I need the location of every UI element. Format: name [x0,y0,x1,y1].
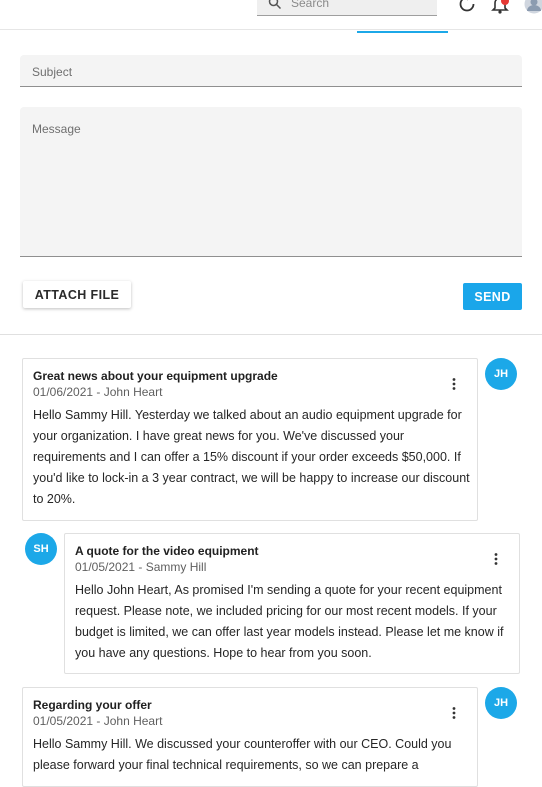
refresh-icon[interactable] [457,0,477,14]
top-toolbar: Search [0,0,542,30]
message-meta: 01/06/2021 - John Heart [33,385,162,399]
subject-placeholder: Subject [32,65,72,79]
avatar: JH [485,358,517,390]
more-options-icon[interactable] [447,706,461,720]
notifications-icon[interactable] [490,0,510,14]
message-title: Great news about your equipment upgrade [33,369,278,383]
more-options-icon[interactable] [447,377,461,391]
search-icon [268,0,282,10]
user-avatar[interactable] [524,0,542,14]
divider [0,334,542,335]
message-meta: 01/05/2021 - John Heart [33,714,162,728]
message-card: Regarding your offer 01/05/2021 - John H… [22,687,478,787]
send-button[interactable]: SEND [463,283,522,310]
more-options-icon[interactable] [489,552,503,566]
search-box[interactable]: Search [257,0,437,16]
message-card: Great news about your equipment upgrade … [22,358,478,521]
attach-file-button[interactable]: ATTACH FILE [23,281,131,308]
subject-field[interactable]: Subject [20,55,522,87]
message-body: Hello Sammy Hill. We discussed your coun… [33,734,471,776]
message-body: Hello Sammy Hill. Yesterday we talked ab… [33,405,471,510]
avatar: SH [25,533,57,565]
avatar: JH [485,687,517,719]
message-meta: 01/05/2021 - Sammy Hill [75,560,206,574]
message-body: Hello John Heart, As promised I'm sendin… [75,580,515,664]
message-field[interactable]: Message [20,107,522,257]
search-input[interactable]: Search [291,0,329,10]
message-title: A quote for the video equipment [75,544,259,558]
message-placeholder: Message [32,122,81,136]
message-title: Regarding your offer [33,698,152,712]
message-card: A quote for the video equipment 01/05/20… [64,533,520,674]
active-tab-indicator [357,31,448,33]
